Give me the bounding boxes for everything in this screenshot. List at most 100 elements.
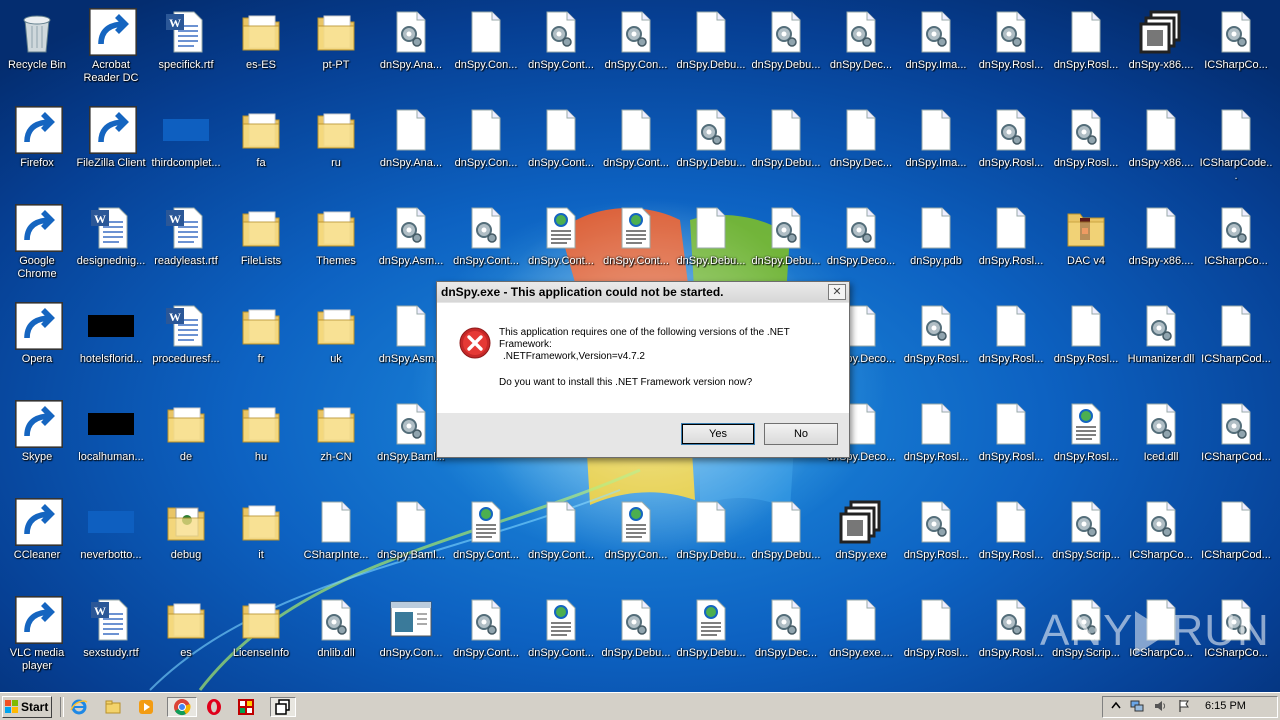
desktop-icon[interactable]: ICSharpCo... xyxy=(1199,198,1273,294)
desktop-icon[interactable]: dnSpy.Rosl... xyxy=(974,100,1048,196)
desktop-icon[interactable]: CSharpInte... xyxy=(299,492,373,588)
desktop-icon[interactable]: dnSpy.Debu... xyxy=(674,100,748,196)
desktop-icon[interactable]: ICSharpCode... xyxy=(1199,100,1273,196)
desktop-icon[interactable]: dnSpy.Rosl... xyxy=(974,492,1048,588)
desktop-icon[interactable]: CCleaner xyxy=(0,492,74,588)
clock[interactable]: 6:15 PM xyxy=(1205,700,1246,712)
desktop-icon[interactable]: dnSpy.Cont... xyxy=(449,492,523,588)
desktop-icon[interactable]: dnSpy.Cont... xyxy=(449,590,523,686)
desktop-icon[interactable]: dnSpy.Cont... xyxy=(524,198,598,294)
desktop-icon[interactable]: Acrobat Reader DC xyxy=(74,2,148,98)
desktop-icon[interactable]: dnSpy.Cont... xyxy=(449,198,523,294)
desktop-icon[interactable]: LicenseInfo xyxy=(224,590,298,686)
desktop-icon[interactable]: hu xyxy=(224,394,298,490)
desktop-icon[interactable]: dnSpy.Debu... xyxy=(674,198,748,294)
desktop-icon[interactable]: dnSpy.Rosl... xyxy=(974,590,1048,686)
desktop-icon[interactable]: dnSpy.Ima... xyxy=(899,2,973,98)
desktop-icon[interactable]: dnSpy-x86.... xyxy=(1124,198,1198,294)
desktop-icon[interactable]: fr xyxy=(224,296,298,392)
desktop-icon[interactable]: dnSpy.Debu... xyxy=(674,590,748,686)
desktop-icon[interactable]: dnlib.dll xyxy=(299,590,373,686)
network-icon[interactable] xyxy=(1130,698,1144,712)
desktop-icon[interactable]: dnSpy.Cont... xyxy=(524,100,598,196)
desktop-icon[interactable]: dnSpy.Rosl... xyxy=(974,198,1048,294)
desktop-icon[interactable]: dnSpy.Rosl... xyxy=(899,296,973,392)
desktop-icon[interactable]: dnSpy.Debu... xyxy=(749,2,823,98)
desktop-icon[interactable]: dnSpy.Con... xyxy=(599,492,673,588)
window-switch-icon[interactable] xyxy=(270,697,296,717)
action-center-flag-icon[interactable] xyxy=(1177,698,1191,712)
desktop-icon[interactable]: dnSpy.Ima... xyxy=(899,100,973,196)
chrome-icon[interactable] xyxy=(167,697,197,717)
dialog-close-button[interactable]: ✕ xyxy=(828,284,846,300)
desktop-icon[interactable]: dnSpy.Rosl... xyxy=(1049,100,1123,196)
desktop-icon[interactable]: zh-CN xyxy=(299,394,373,490)
desktop-icon[interactable]: dnSpy.Debu... xyxy=(674,2,748,98)
desktop-icon[interactable]: dnSpy.Debu... xyxy=(599,590,673,686)
desktop-icon[interactable]: dnSpy.Rosl... xyxy=(974,394,1048,490)
desktop-icon[interactable]: dnSpy.Cont... xyxy=(524,590,598,686)
filezilla-tb-icon[interactable] xyxy=(235,697,257,717)
desktop-icon[interactable]: Iced.dll xyxy=(1124,394,1198,490)
desktop-icon[interactable]: thirdcomplet... xyxy=(149,100,223,196)
desktop-icon[interactable]: it xyxy=(224,492,298,588)
desktop-icon[interactable]: ICSharpCod... xyxy=(1199,296,1273,392)
desktop-icon[interactable]: dnSpy.Scrip... xyxy=(1049,492,1123,588)
desktop-icon[interactable]: dnSpy.exe.... xyxy=(824,590,898,686)
desktop-icon[interactable]: S Skype xyxy=(0,394,74,490)
desktop-icon[interactable]: FileLists xyxy=(224,198,298,294)
desktop-icon[interactable]: ICSharpCod... xyxy=(1199,394,1273,490)
desktop-icon[interactable]: Wspecifick.rtf xyxy=(149,2,223,98)
desktop-icon[interactable]: VLC media player xyxy=(0,590,74,686)
desktop-icon[interactable]: dnSpy.Dec... xyxy=(749,590,823,686)
desktop-icon[interactable]: Wdesignednig... xyxy=(74,198,148,294)
dialog-title-bar[interactable]: dnSpy.exe - This application could not b… xyxy=(437,282,849,302)
desktop-icon[interactable]: dnSpy-x86.... xyxy=(1124,100,1198,196)
desktop-icon[interactable]: es xyxy=(149,590,223,686)
desktop-icon[interactable]: dnSpy.Rosl... xyxy=(899,394,973,490)
desktop-icon[interactable]: dnSpy.Deco... xyxy=(824,198,898,294)
desktop-icon[interactable]: dnSpy.Rosl... xyxy=(1049,394,1123,490)
desktop-icon[interactable]: ru xyxy=(299,100,373,196)
desktop-icon[interactable]: ICSharpCo... xyxy=(1124,492,1198,588)
desktop-icon[interactable]: hotelsflorid... xyxy=(74,296,148,392)
desktop-icon[interactable]: Wreadyleast.rtf xyxy=(149,198,223,294)
desktop-icon[interactable]: dnSpy.Dec... xyxy=(824,100,898,196)
desktop-icon[interactable]: dnSpy.Ana... xyxy=(374,100,448,196)
desktop-icon[interactable]: dnSpy.Rosl... xyxy=(899,590,973,686)
desktop-icon[interactable]: Google Chrome xyxy=(0,198,74,294)
internet-explorer-icon[interactable] xyxy=(68,697,90,717)
desktop-icon[interactable]: dnSpy.Con... xyxy=(449,2,523,98)
start-button[interactable]: Start xyxy=(2,696,52,718)
media-player-icon[interactable] xyxy=(135,697,157,717)
desktop-icon[interactable]: dnSpy.Cont... xyxy=(599,100,673,196)
desktop-icon[interactable]: debug xyxy=(149,492,223,588)
desktop-icon[interactable]: dnSpy.Ana... xyxy=(374,2,448,98)
desktop-icon[interactable]: fa xyxy=(224,100,298,196)
desktop-icon[interactable]: dnSpy.pdb xyxy=(899,198,973,294)
desktop-icon[interactable]: dnSpy.Debu... xyxy=(749,492,823,588)
explorer-folder-icon[interactable] xyxy=(102,697,124,717)
desktop-icon[interactable]: Opera xyxy=(0,296,74,392)
desktop-icon[interactable]: Wsexstudy.rtf xyxy=(74,590,148,686)
desktop-icon[interactable]: Themes xyxy=(299,198,373,294)
desktop-icon[interactable]: dnSpy.Cont... xyxy=(599,198,673,294)
desktop-icon[interactable]: ICSharpCo... xyxy=(1199,2,1273,98)
desktop-icon[interactable]: dnSpy.Con... xyxy=(599,2,673,98)
desktop-icon[interactable]: dnSpy.Rosl... xyxy=(899,492,973,588)
desktop-icon[interactable]: neverbotto... xyxy=(74,492,148,588)
desktop-icon[interactable]: Firefox xyxy=(0,100,74,196)
desktop-icon[interactable]: Wproceduresf... xyxy=(149,296,223,392)
desktop-icon[interactable]: FZ FileZilla Client xyxy=(74,100,148,196)
desktop-icon[interactable]: dnSpy.Cont... xyxy=(524,2,598,98)
desktop-icon[interactable]: dnSpy.Debu... xyxy=(674,492,748,588)
desktop-icon[interactable]: dnSpy.exe xyxy=(824,492,898,588)
desktop-icon[interactable]: localhuman... xyxy=(74,394,148,490)
desktop-icon[interactable]: dnSpy.Rosl... xyxy=(974,2,1048,98)
yes-button[interactable]: Yes xyxy=(681,423,755,445)
desktop-icon[interactable]: dnSpy.Con... xyxy=(374,590,448,686)
show-hidden-arrow-icon[interactable] xyxy=(1109,698,1123,712)
desktop-icon[interactable]: dnSpy.Debu... xyxy=(749,198,823,294)
desktop-icon[interactable]: de xyxy=(149,394,223,490)
desktop-icon[interactable]: pt-PT xyxy=(299,2,373,98)
